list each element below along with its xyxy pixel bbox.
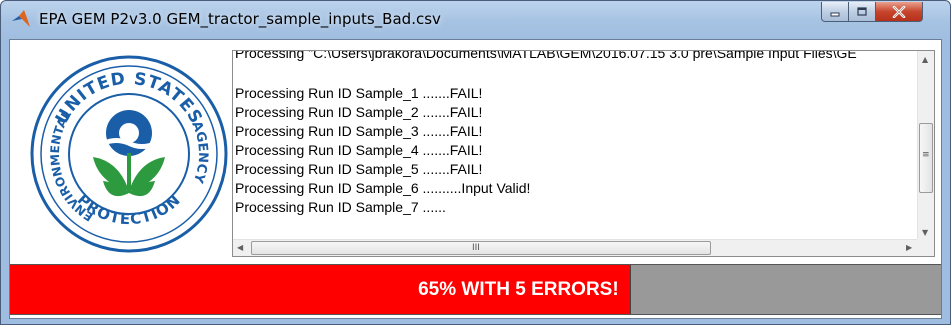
close-button[interactable]	[875, 2, 923, 22]
grip-icon: ≡	[922, 150, 930, 160]
horizontal-scroll-thumb[interactable]: III	[251, 241, 711, 255]
log-line: Processing "C:\Users\jbrakora\Documents\…	[235, 51, 857, 61]
epa-logo-icon: UNITED STATES ENVIRONMENTAL PROTECTION A…	[29, 55, 229, 253]
progress-label: 65% WITH 5 ERRORS!	[418, 278, 619, 300]
log-line: Processing Run ID Sample_2 .......FAIL!	[235, 104, 483, 120]
log-line: Processing Run ID Sample_7 ......	[235, 199, 446, 215]
window-title: EPA GEM P2v3.0 GEM_tractor_sample_inputs…	[39, 10, 441, 28]
grip-icon: III	[472, 243, 480, 253]
minimize-icon	[830, 12, 840, 16]
scroll-left-icon[interactable]: ◀	[237, 244, 243, 252]
log-line: Processing Run ID Sample_3 .......FAIL!	[235, 123, 483, 139]
scroll-right-icon[interactable]: ▶	[906, 244, 912, 252]
matlab-icon	[12, 10, 30, 27]
maximize-button[interactable]	[848, 2, 876, 22]
log-line: Processing Run ID Sample_4 .......FAIL!	[235, 142, 483, 158]
scroll-down-icon[interactable]: ▼	[922, 229, 928, 237]
scrollbar-corner	[917, 239, 934, 256]
log-line: Processing Run ID Sample_5 .......FAIL!	[235, 161, 483, 177]
title-bar[interactable]: EPA GEM P2v3.0 GEM_tractor_sample_inputs…	[1, 1, 950, 37]
log-line: Processing Run ID Sample_1 .......FAIL!	[235, 85, 483, 101]
close-icon	[892, 5, 906, 18]
app-window: EPA GEM P2v3.0 GEM_tractor_sample_inputs…	[0, 0, 951, 325]
processing-log[interactable]: Processing "C:\Users\jbrakora\Documents\…	[232, 50, 935, 257]
vertical-scrollbar[interactable]: ▲ ≡ ▼	[917, 51, 934, 241]
progress-bar: 65% WITH 5 ERRORS!	[10, 264, 941, 315]
minimize-button[interactable]	[821, 2, 849, 22]
maximize-icon	[857, 6, 867, 16]
progress-fill: 65% WITH 5 ERRORS!	[10, 265, 631, 314]
vertical-scroll-thumb[interactable]: ≡	[919, 123, 933, 193]
horizontal-scrollbar[interactable]: ◀ III ▶	[233, 239, 918, 256]
scroll-up-icon[interactable]: ▲	[922, 56, 928, 64]
log-content: Processing "C:\Users\jbrakora\Documents\…	[233, 51, 918, 241]
log-line: Processing Run ID Sample_6 ..........Inp…	[235, 180, 531, 196]
client-area: UNITED STATES ENVIRONMENTAL PROTECTION A…	[9, 39, 942, 319]
